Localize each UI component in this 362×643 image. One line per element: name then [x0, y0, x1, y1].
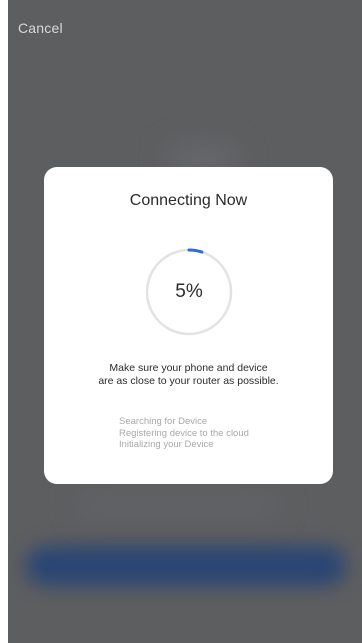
advice-line: are as close to your router as possible.	[98, 375, 279, 387]
connection-steps-list: Searching for Device Registering device …	[119, 416, 249, 451]
dialog-title: Connecting Now	[129, 192, 248, 209]
proximity-advice: Make sure your phone and device are as c…	[44, 362, 333, 388]
step-item: Searching for Device	[119, 416, 208, 427]
progress-percent-label: 5%	[175, 281, 203, 302]
cancel-button[interactable]: Cancel	[18, 20, 63, 36]
advice-line: Make sure your phone and device	[109, 362, 268, 374]
blurred-background-shape	[78, 495, 278, 515]
step-item: Initializing your Device	[119, 439, 214, 450]
screen: Cancel Connecting Now 5% Make sure your …	[0, 0, 362, 643]
blurred-primary-button	[26, 546, 346, 586]
connecting-dialog: Connecting Now 5% Make sure your phone a…	[44, 167, 333, 484]
step-item: Registering device to the cloud	[119, 427, 249, 439]
